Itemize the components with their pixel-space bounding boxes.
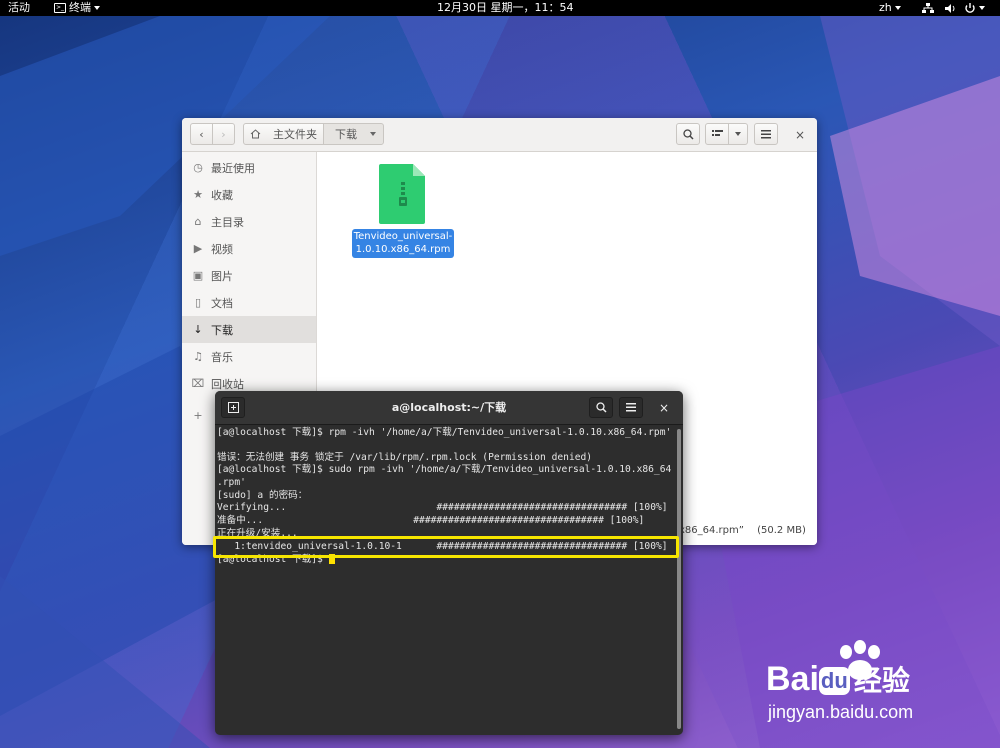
hamburger-icon (761, 129, 771, 138)
sidebar-item-label: 主目录 (211, 215, 244, 229)
sidebar-item-recent[interactable]: ◷ 最近使用 (182, 154, 316, 181)
terminal-output[interactable]: [a@localhost 下载]$ rpm -ivh '/home/a/下载/T… (215, 425, 673, 735)
star-icon: ★ (193, 188, 203, 201)
chevron-right-icon: › (221, 127, 226, 141)
document-icon: ▯ (194, 296, 202, 309)
brand-jingyan: 经验 (853, 665, 910, 696)
terminal-line: Verifying... ###########################… (217, 502, 668, 513)
sidebar-item-documents[interactable]: ▯ 文档 (182, 289, 316, 316)
chevron-down-icon (370, 132, 376, 136)
sidebar-item-label: 图片 (211, 269, 233, 283)
menu-button[interactable] (754, 123, 778, 145)
network-icon (922, 2, 934, 13)
hamburger-icon (626, 403, 636, 412)
top-bar: 活动 >_ 终端 12月30日 星期一，11：54 zh (0, 0, 1000, 16)
terminal-line: [a@localhost 下载]$ rpm -ivh '/home/a/下载/T… (217, 427, 672, 438)
sidebar-item-videos[interactable]: ▶ 视频 (182, 235, 316, 262)
input-method-button[interactable]: zh (879, 0, 901, 16)
plus-icon: + (193, 409, 203, 422)
trash-icon: ⌧ (191, 377, 205, 390)
breadcrumb-home-label: 主文件夹 (273, 128, 317, 141)
watermark-url: jingyan.baidu.com (768, 702, 914, 722)
brand-du: du (818, 667, 850, 696)
file-name-line-2: 1.0.10.x86_64.rpm (355, 244, 451, 255)
sidebar-item-pictures[interactable]: ▣ 图片 (182, 262, 316, 289)
breadcrumb-current[interactable]: 下载 (323, 123, 384, 145)
view-options-button[interactable] (728, 123, 748, 145)
terminal-scrollbar[interactable] (677, 429, 681, 729)
close-icon: × (794, 128, 806, 142)
search-button[interactable] (676, 123, 700, 145)
view-list-button[interactable] (705, 123, 729, 145)
sidebar-item-starred[interactable]: ★ 收藏 (182, 181, 316, 208)
sidebar-item-label: 下载 (211, 323, 233, 337)
sidebar-item-label: 视频 (211, 242, 233, 256)
close-icon: × (658, 401, 670, 415)
chevron-down-icon (894, 6, 901, 10)
music-icon: ♫ (193, 350, 203, 363)
sidebar-item-home[interactable]: ⌂ 主目录 (182, 208, 316, 235)
terminal-menu-button[interactable] (619, 397, 643, 418)
sidebar-item-label: 收藏 (211, 188, 233, 202)
close-button[interactable]: × (792, 127, 808, 143)
status-file-size: (50.2 MB) (757, 525, 806, 536)
volume-icon (945, 3, 955, 13)
breadcrumb-current-label: 下载 (335, 128, 357, 141)
list-view-icon (711, 129, 723, 136)
chevron-down-icon (94, 6, 100, 10)
baidu-jingyan-watermark: Baidu 经验 jingyan.baidu.com (760, 640, 990, 730)
archive-file-icon (379, 164, 425, 224)
forward-button[interactable]: › (212, 123, 235, 145)
terminal-line: [sudo] a 的密码： (217, 490, 308, 501)
app-menu-label: 终端 (69, 1, 91, 14)
image-icon: ▣ (192, 269, 204, 282)
terminal-line: 准备中... #################################… (217, 515, 645, 526)
search-icon (595, 402, 607, 413)
video-icon: ▶ (193, 242, 203, 255)
activities-label: 活动 (8, 1, 30, 14)
download-icon: ↓ (193, 323, 203, 336)
sidebar-item-label: 音乐 (211, 350, 233, 364)
status-file-name: x86_64.rpm” (679, 525, 744, 536)
terminal-search-button[interactable] (589, 397, 613, 418)
terminal-close-button[interactable]: × (655, 399, 673, 417)
chevron-down-icon (735, 132, 741, 136)
clock-button[interactable]: 12月30日 星期一，11：54 (437, 0, 573, 16)
chevron-left-icon: ‹ (199, 127, 204, 141)
sidebar-item-downloads[interactable]: ↓ 下载 (182, 316, 316, 343)
clock-icon: ◷ (193, 161, 203, 174)
search-icon (682, 128, 694, 140)
file-manager-headerbar: ‹ › 主文件夹 下载 × (182, 118, 817, 152)
home-icon: ⌂ (194, 215, 202, 228)
back-button[interactable]: ‹ (190, 123, 213, 145)
terminal-icon: >_ (54, 3, 66, 13)
power-icon (965, 2, 975, 13)
chevron-down-icon (979, 6, 985, 10)
sidebar-item-label: 文档 (211, 296, 233, 310)
sidebar-item-label: 最近使用 (211, 161, 255, 175)
activities-button[interactable]: 活动 (8, 0, 30, 16)
terminal-line: 错误：无法创建 事务 锁定于 /var/lib/rpm/.rpm.lock (P… (217, 452, 593, 463)
home-icon (250, 129, 261, 139)
input-method-label: zh (879, 1, 892, 14)
sidebar-item-label: 回收站 (211, 377, 244, 391)
status-bar: x86_64.rpm” (50.2 MB) (679, 525, 806, 536)
system-menu-button[interactable] (922, 0, 985, 16)
terminal-line: .rpm' (217, 477, 246, 488)
terminal-headerbar: a@localhost:~/下载 × (215, 391, 683, 425)
breadcrumb-home[interactable]: 主文件夹 (243, 123, 324, 145)
terminal-window: a@localhost:~/下载 × [a@localhost 下载]$ rpm… (215, 391, 683, 735)
file-name-line-1: Tenvideo_universal- (353, 231, 453, 242)
annotation-highlight-box (213, 536, 679, 558)
app-menu-button[interactable]: >_ 终端 (54, 0, 100, 16)
file-name-label: Tenvideo_universal- 1.0.10.x86_64.rpm (352, 229, 454, 258)
terminal-line: [a@localhost 下载]$ sudo rpm -ivh '/home/a… (217, 464, 672, 475)
baidu-brand: Baidu 经验 (766, 660, 910, 700)
brand-bai: Bai (766, 660, 819, 698)
clock-label: 12月30日 星期一，11：54 (437, 1, 574, 14)
sidebar-item-music[interactable]: ♫ 音乐 (182, 343, 316, 370)
